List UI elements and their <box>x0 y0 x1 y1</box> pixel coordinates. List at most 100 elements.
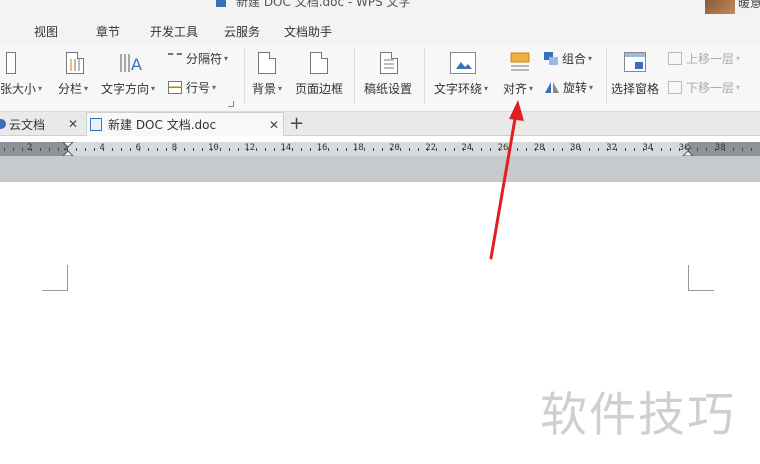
dialog-launcher-icon[interactable] <box>228 101 234 107</box>
menu-dev-tools[interactable]: 开发工具 <box>150 23 198 40</box>
text-direction-button[interactable]: 文字方向 ▾ <box>101 80 155 97</box>
ruler-tick <box>373 148 374 151</box>
ruler-tick <box>211 148 212 151</box>
ruler-tick <box>526 148 527 151</box>
close-icon[interactable]: ✕ <box>68 117 78 131</box>
window-title: 新建 DOC 文档.doc - WPS 文字 <box>236 0 411 9</box>
ruler-tick <box>202 148 203 151</box>
send-backward-button[interactable]: 下移一层 ▾ <box>668 79 740 96</box>
top-left-margin-mark <box>42 265 68 291</box>
align-button[interactable]: 对齐 ▾ <box>503 80 533 97</box>
columns-button[interactable]: 分栏 ▾ <box>58 80 88 97</box>
ruler-tick <box>481 148 482 151</box>
ruler-tick <box>517 148 518 151</box>
rotate-button[interactable]: 旋转 ▾ <box>544 79 593 96</box>
ruler-tick <box>148 148 149 151</box>
doc-file-icon <box>90 118 102 131</box>
tab-cloud-docs[interactable]: 云文档 ✕ <box>0 112 84 136</box>
ruler-tick <box>175 148 176 151</box>
send-backward-label: 下移一层 <box>686 81 735 95</box>
text-wrap-button[interactable]: 文字环绕 ▾ <box>434 80 488 97</box>
background-button[interactable]: 背景 ▾ <box>252 80 282 97</box>
text-direction-label: 文字方向 <box>101 82 150 96</box>
dropdown-arrow-icon: ▾ <box>278 84 283 93</box>
ruler-tick <box>616 148 617 151</box>
ruler-tick <box>166 148 167 151</box>
bring-forward-icon <box>668 52 682 65</box>
ruler-tick <box>670 148 671 151</box>
ruler-tick <box>544 148 545 151</box>
ruler-tick <box>643 148 644 151</box>
menu-view[interactable]: 视图 <box>34 23 58 40</box>
paper-size-icon <box>6 52 16 74</box>
ruler-tick <box>535 148 536 151</box>
ruler-tick <box>184 148 185 151</box>
send-backward-icon <box>668 81 682 94</box>
menu-bar: 视图 章节 开发工具 云服务 文档助手 <box>0 18 760 44</box>
manuscript-button[interactable]: 稿纸设置 <box>364 80 412 97</box>
dropdown-arrow-icon: ▾ <box>151 84 156 93</box>
tab-document[interactable]: 新建 DOC 文档.doc ✕ <box>86 112 284 136</box>
ruler-tick <box>598 148 599 151</box>
ruler-tick <box>463 148 464 151</box>
left-indent-marker[interactable] <box>62 142 74 156</box>
ruler-tick-label: 10 <box>208 143 219 153</box>
group-button[interactable]: 组合 ▾ <box>544 50 592 67</box>
new-tab-plus-icon[interactable]: + <box>289 113 304 134</box>
user-name[interactable]: 暖意 <box>738 0 760 11</box>
ruler-tick <box>292 148 293 151</box>
manuscript-label: 稿纸设置 <box>364 82 413 96</box>
menu-doc-assistant[interactable]: 文档助手 <box>284 23 332 40</box>
ruler-tick <box>112 148 113 151</box>
bring-forward-button[interactable]: 上移一层 ▾ <box>668 50 740 67</box>
selection-pane-button[interactable]: 选择窗格 <box>611 80 659 97</box>
ruler-tick <box>238 148 239 151</box>
ruler-tick <box>85 148 86 151</box>
ruler-tick <box>625 148 626 151</box>
ruler-tick <box>400 148 401 151</box>
ruler-tick <box>652 148 653 151</box>
selection-pane-label: 选择窗格 <box>611 82 660 96</box>
ruler-tick <box>634 148 635 151</box>
ruler-tick <box>409 148 410 151</box>
ruler-tick-label: 12 <box>244 143 256 153</box>
menu-chapter[interactable]: 章节 <box>96 23 120 40</box>
paper-size-button[interactable]: 纸张大小▾ <box>0 80 42 97</box>
ruler-tick <box>283 148 284 151</box>
menu-cloud-service[interactable]: 云服务 <box>224 23 260 40</box>
avatar[interactable] <box>705 0 735 14</box>
tab-document-label: 新建 DOC 文档.doc <box>108 118 217 132</box>
watermark: 软件技巧 <box>540 388 736 443</box>
ruler-tick <box>742 148 743 151</box>
ruler-tick <box>553 148 554 151</box>
close-icon[interactable]: ✕ <box>269 118 279 132</box>
text-wrap-icon <box>450 52 476 74</box>
columns-icon <box>66 52 84 74</box>
break-button[interactable]: 分隔符 ▾ <box>168 50 228 67</box>
dropdown-arrow-icon: ▾ <box>38 84 43 93</box>
horizontal-ruler[interactable]: 22468101214161820222426283032343638 <box>0 142 760 156</box>
ruler-tick <box>220 148 221 151</box>
ruler-tick <box>157 148 158 151</box>
line-number-button[interactable]: 行号 ▾ <box>168 79 216 96</box>
right-indent-marker[interactable] <box>682 142 694 156</box>
ruler-tick <box>382 148 383 151</box>
ruler-tick <box>328 148 329 151</box>
break-label: 分隔符 <box>186 52 223 66</box>
ruler-page-area <box>68 142 688 156</box>
ruler-tick <box>436 148 437 151</box>
ruler-tick <box>193 148 194 151</box>
page-border-button[interactable]: 页面边框 <box>295 80 343 97</box>
ruler-tick <box>508 148 509 151</box>
cloud-icon <box>0 119 6 129</box>
svg-text:A: A <box>131 55 142 74</box>
ruler-tick <box>301 148 302 151</box>
ruler-tick <box>661 148 662 151</box>
ribbon-separator <box>424 48 425 104</box>
group-icon <box>544 52 558 65</box>
ruler-tick <box>22 148 23 151</box>
ruler-tick <box>607 148 608 151</box>
ruler-tick <box>265 148 266 151</box>
ruler-tick <box>706 148 707 151</box>
ribbon-separator <box>244 48 245 104</box>
